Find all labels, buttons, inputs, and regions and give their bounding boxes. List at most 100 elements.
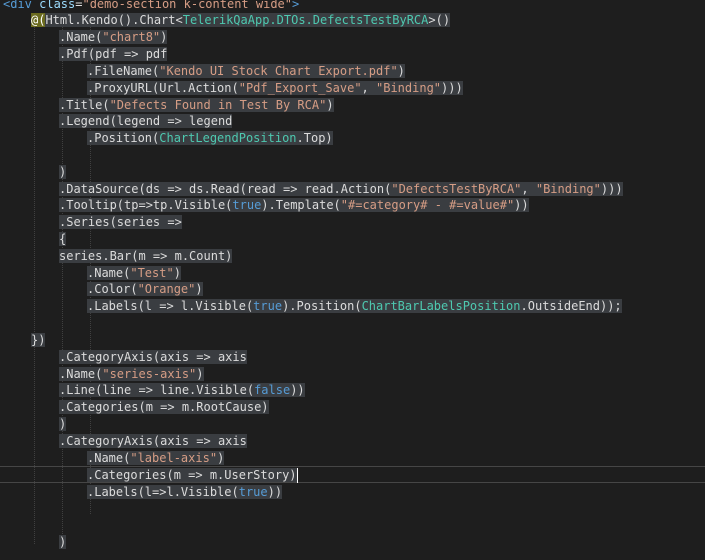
code-token: "Binding" — [535, 182, 601, 196]
code-line[interactable]: .Labels(l => l.Visible(true).Position(Ch… — [87, 298, 622, 315]
code-line-content: .Name("series-axis") — [59, 367, 204, 381]
code-token: ) — [173, 266, 181, 280]
code-token: .Categories(m => m.UserStory) — [87, 468, 297, 482]
code-token: .Labels(l => l.Visible( — [87, 299, 254, 313]
code-token: "Pdf_Export_Save" — [238, 81, 362, 95]
code-token: )) — [290, 383, 305, 397]
code-line[interactable]: .CategoryAxis(axis => axis — [59, 433, 247, 450]
code-line[interactable]: .Line(line => line.Visible(false)) — [59, 382, 305, 399]
code-token: .Labels(l=>l.Visible( — [87, 485, 239, 499]
code-line[interactable]: }) — [31, 332, 46, 349]
code-line[interactable]: .Labels(l=>l.Visible(true)) — [87, 484, 283, 501]
code-token: false — [254, 383, 291, 397]
code-line-content: .Name("label-axis") — [87, 451, 225, 465]
code-line[interactable]: .FileName("Kendo UI Stock Chart Export.p… — [87, 63, 405, 80]
code-line-content: .FileName("Kendo UI Stock Chart Export.p… — [87, 64, 405, 78]
text-caret — [296, 468, 298, 483]
code-line-content: .Series(series => — [59, 215, 182, 229]
code-line[interactable]: .Tooltip(tp=>tp.Visible(true).Template("… — [59, 197, 529, 214]
code-token: "label-axis" — [130, 451, 218, 465]
code-line[interactable]: .Name("Test") — [87, 265, 181, 282]
code-token: .Position( — [87, 131, 160, 145]
code-token: }) — [31, 333, 46, 347]
code-line-content: .CategoryAxis(axis => axis — [59, 350, 247, 364]
code-line[interactable]: .Position(ChartLegendPosition.Top) — [87, 130, 333, 147]
code-token: <div — [3, 0, 40, 11]
code-token: .CategoryAxis(axis => axis — [59, 350, 247, 364]
code-line-content: .Title("Defects Found in Test By RCA") — [59, 98, 334, 112]
code-token: ))) — [441, 81, 463, 95]
code-line[interactable]: .Categories(m => m.RootCause) — [59, 399, 269, 416]
code-token: ).Position( — [282, 299, 362, 313]
code-line[interactable]: ) — [59, 534, 67, 551]
code-token: "Kendo UI Stock Chart Export.pdf" — [159, 64, 398, 78]
code-line-content: .Pdf(pdf => pdf — [59, 47, 168, 61]
code-token: ) — [196, 367, 204, 381]
code-token: ) — [59, 417, 67, 431]
code-token: "Orange" — [137, 282, 196, 296]
code-token: .Name( — [59, 367, 103, 381]
code-token: , — [521, 182, 536, 196]
code-token: "demo-section k-content wide" — [82, 0, 292, 11]
code-line[interactable]: .Series(series => — [59, 214, 182, 231]
code-token: ) — [195, 282, 203, 296]
code-line-content: .Name("Test") — [87, 266, 181, 280]
code-token: "Defects Found in Test By RCA" — [109, 98, 327, 112]
code-line[interactable]: @(Html.Kendo().Chart<TelerikQaApp.DTOs.D… — [31, 12, 451, 29]
code-token: .Pdf(pdf => pdf — [59, 47, 168, 61]
code-line-content: .Labels(l=>l.Visible(true)) — [87, 485, 283, 499]
code-line[interactable]: .Legend(legend => legend — [59, 113, 233, 130]
code-line-content: series.Bar(m => m.Count) — [59, 249, 233, 263]
code-token: .Tooltip(tp=>tp.Visible( — [59, 198, 233, 212]
code-line-content: .Legend(legend => legend — [59, 114, 233, 128]
code-editor[interactable]: <div class="demo-section k-content wide"… — [0, 0, 705, 560]
code-token: class — [39, 0, 76, 11]
code-token: .FileName( — [87, 64, 160, 78]
code-line[interactable]: .Title("Defects Found in Test By RCA") — [59, 97, 334, 114]
code-token: .Color( — [87, 282, 138, 296]
code-line-content: .ProxyURL(Url.Action("Pdf_Export_Save", … — [87, 81, 463, 95]
code-token: "Test" — [130, 266, 174, 280]
code-token: ).Template( — [261, 198, 341, 212]
code-token: "series-axis" — [102, 367, 197, 381]
code-line[interactable]: .Pdf(pdf => pdf — [59, 46, 168, 63]
code-line[interactable]: .Name("label-axis") — [87, 450, 225, 467]
code-token: true — [253, 299, 283, 313]
code-token: ) — [59, 535, 67, 549]
code-line-content: .CategoryAxis(axis => axis — [59, 434, 247, 448]
code-token: , — [361, 81, 376, 95]
code-line-content: }) — [31, 333, 46, 347]
code-token: .Legend(legend => legend — [59, 114, 233, 128]
code-token: )) — [514, 198, 529, 212]
code-line[interactable]: .Name("chart8") — [59, 29, 168, 46]
code-line[interactable]: series.Bar(m => m.Count) — [59, 248, 233, 265]
code-line[interactable]: .Color("Orange") — [87, 281, 203, 298]
code-token: .Name( — [87, 266, 131, 280]
code-line[interactable]: .Categories(m => m.UserStory) — [87, 467, 298, 484]
code-token: "Binding" — [376, 81, 442, 95]
code-token: .Name( — [59, 30, 103, 44]
code-line-content: @(Html.Kendo().Chart<TelerikQaApp.DTOs.D… — [31, 13, 451, 27]
code-token: > — [292, 0, 300, 11]
code-token: .CategoryAxis(axis => axis — [59, 434, 247, 448]
code-line[interactable]: ) — [59, 416, 67, 433]
code-line[interactable]: .Name("series-axis") — [59, 366, 204, 383]
code-line-content: .DataSource(ds => ds.Read(read => read.A… — [59, 182, 623, 196]
code-line-content: ) — [59, 535, 67, 549]
code-token: >() — [428, 13, 451, 27]
code-token: ) — [160, 30, 168, 44]
code-token: .OutsideEnd)); — [520, 299, 622, 313]
code-line[interactable]: { — [59, 231, 67, 248]
code-line[interactable]: .DataSource(ds => ds.Read(read => read.A… — [59, 181, 623, 198]
code-line-content: .Categories(m => m.RootCause) — [59, 400, 269, 414]
code-line[interactable]: ) — [59, 164, 67, 181]
code-line[interactable]: .CategoryAxis(axis => axis — [59, 349, 247, 366]
code-token: ) — [217, 451, 225, 465]
code-token: "#=category# - #=value#" — [340, 198, 515, 212]
code-line-content: .Tooltip(tp=>tp.Visible(true).Template("… — [59, 198, 529, 212]
code-token: true — [238, 485, 268, 499]
code-token: "chart8" — [102, 30, 161, 44]
code-token: { — [59, 232, 67, 246]
code-token: .Name( — [87, 451, 131, 465]
code-line[interactable]: .ProxyURL(Url.Action("Pdf_Export_Save", … — [87, 80, 463, 97]
